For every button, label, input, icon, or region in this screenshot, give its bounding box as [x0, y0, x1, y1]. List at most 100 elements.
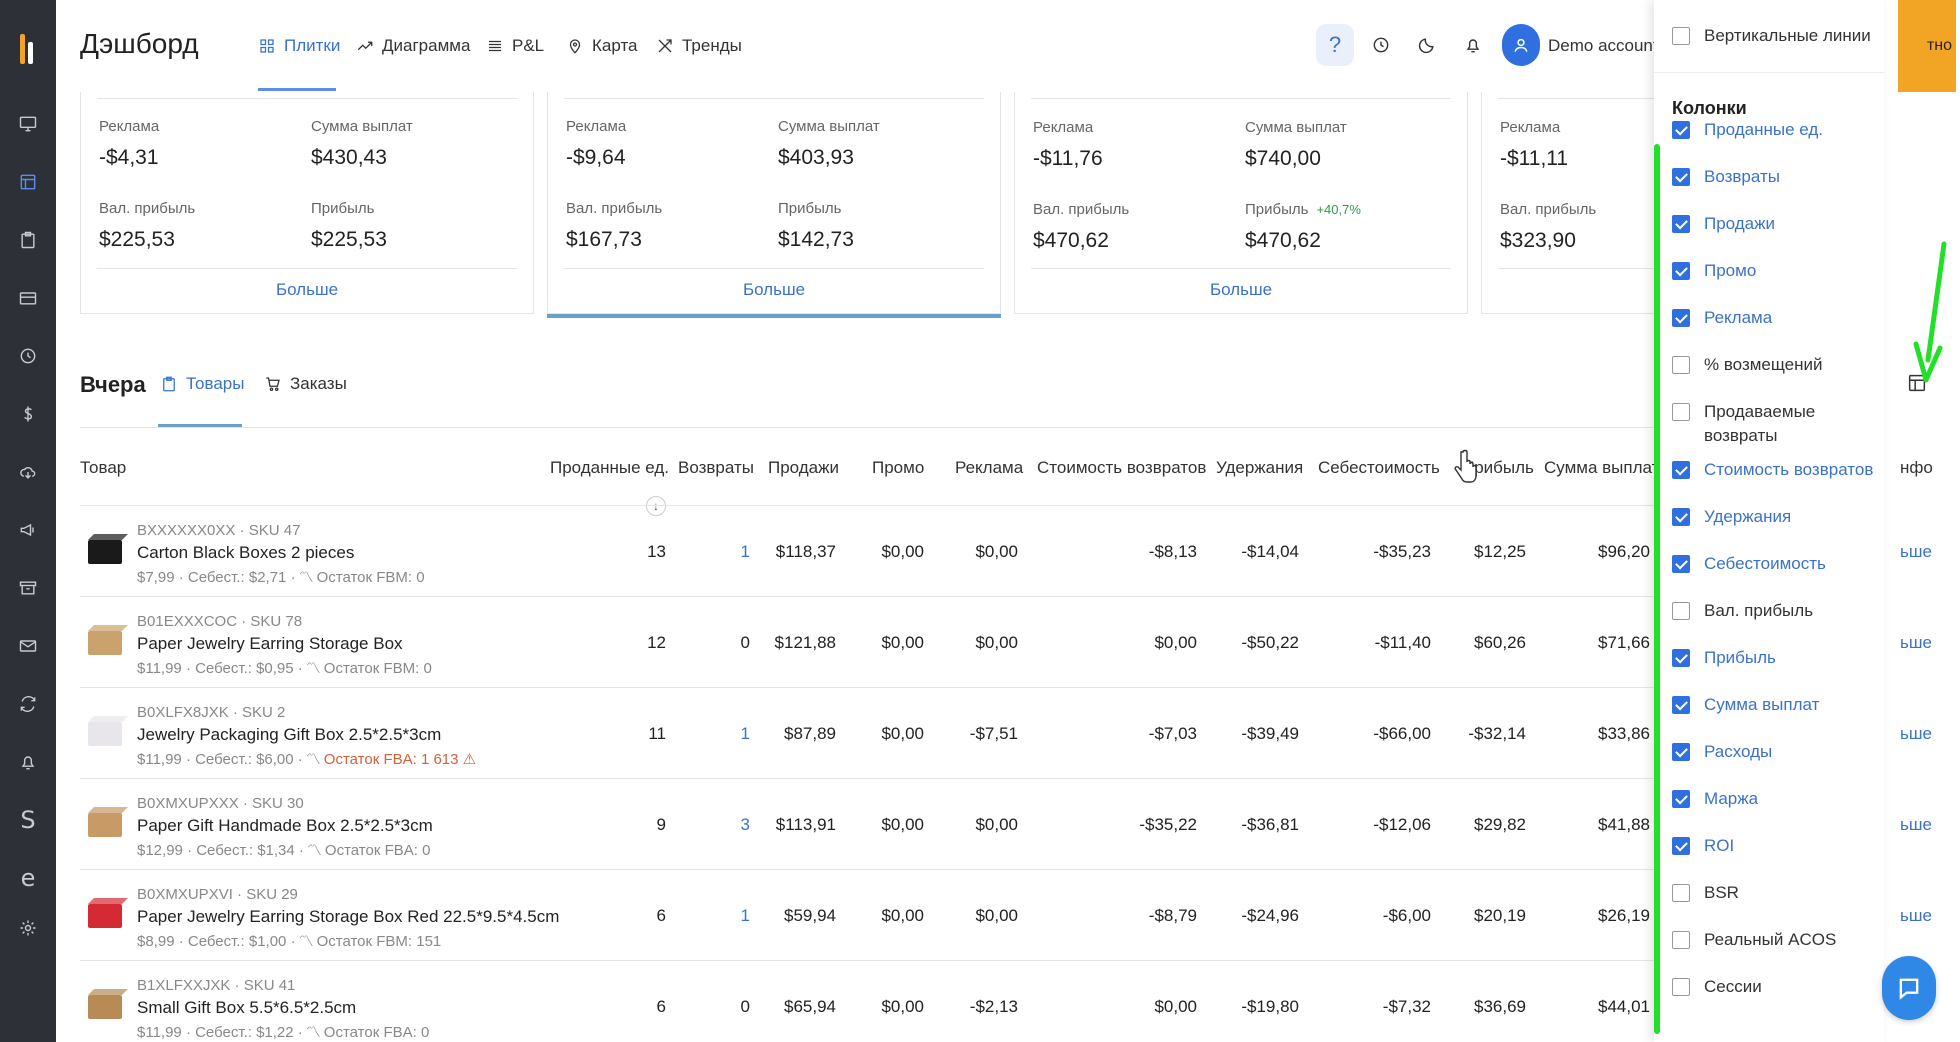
checkbox[interactable]	[1672, 931, 1690, 949]
checkbox[interactable]	[1672, 837, 1690, 855]
column-option[interactable]: Удержания	[1672, 505, 1877, 529]
more-link[interactable]: Больше	[81, 280, 533, 300]
bell-icon[interactable]	[16, 750, 40, 774]
stock-trend-icon[interactable]: 〽	[299, 566, 314, 587]
checkbox[interactable]	[1672, 403, 1690, 421]
period-card-2[interactable]: Реклама -$9,64 Сумма выплат $403,93 Вал.…	[547, 92, 1001, 318]
table-row[interactable]: B0XMXUPXXX · SKU 30 Paper Gift Handmade B…	[80, 779, 1932, 870]
col-header-sales[interactable]: Продажи	[768, 458, 839, 478]
dollar-icon[interactable]	[16, 402, 40, 426]
column-option[interactable]: Расходы	[1672, 740, 1877, 764]
col-header-info[interactable]: нфо	[1900, 458, 1933, 478]
cell-returns[interactable]: 1	[741, 542, 750, 562]
column-option[interactable]: Себестоимость	[1672, 552, 1877, 576]
product-sku[interactable]: BXXXXXX0XX · SKU 47	[137, 522, 300, 539]
cloud-download-icon[interactable]	[16, 460, 40, 484]
stock-trend-icon[interactable]: 〽	[307, 839, 322, 860]
column-option[interactable]: BSR	[1672, 881, 1877, 905]
checkbox[interactable]	[1672, 461, 1690, 479]
column-option[interactable]: Прибыль	[1672, 646, 1877, 670]
product-sku[interactable]: B0XLFX8JXK · SKU 2	[137, 704, 285, 721]
checkbox[interactable]	[1672, 168, 1690, 186]
stock-trend-icon[interactable]: 〽	[306, 1021, 321, 1042]
product-sku[interactable]: B0XMXUPXVI · SKU 29	[137, 886, 298, 903]
e-letter-icon[interactable]: e	[16, 864, 40, 892]
column-option[interactable]: Сумма выплат	[1672, 693, 1877, 717]
column-option[interactable]: Реклама	[1672, 306, 1877, 330]
column-option[interactable]: Стоимость возвратов	[1672, 458, 1877, 482]
refresh-icon[interactable]	[16, 692, 40, 716]
app-logo[interactable]	[14, 34, 42, 64]
product-sku[interactable]: B1XLFXXJXK · SKU 41	[137, 977, 295, 994]
table-row[interactable]: B0XMXUPXVI · SKU 29 Paper Jewelry Earring…	[80, 870, 1932, 961]
archive-icon[interactable]	[16, 576, 40, 600]
vertical-lines-toggle[interactable]: Вертикальные линии	[1672, 24, 1877, 48]
stock-trend-icon[interactable]: 〽	[306, 657, 321, 678]
column-option[interactable]: Сессии	[1672, 975, 1877, 999]
product-thumbnail[interactable]	[82, 801, 128, 847]
col-header-promo[interactable]: Промо	[872, 458, 924, 478]
cell-returns[interactable]: 1	[741, 906, 750, 926]
product-name[interactable]: Paper Jewelry Earring Storage Box	[137, 634, 403, 654]
col-header-returns[interactable]: Возвраты	[678, 458, 754, 478]
col-header-ads[interactable]: Реклама	[955, 458, 1023, 478]
table-row[interactable]: B01EXXXCOC · SKU 78 Paper Jewelry Earring…	[80, 597, 1932, 688]
col-header-units[interactable]: Проданные ед.	[550, 458, 669, 478]
stock-trend-icon[interactable]: 〽	[306, 748, 321, 769]
column-option[interactable]: Продаваемые возвраты	[1672, 400, 1877, 448]
checkbox[interactable]	[1672, 649, 1690, 667]
checkbox[interactable]	[1672, 215, 1690, 233]
column-option[interactable]: Продажи	[1672, 212, 1877, 236]
checkbox[interactable]	[1672, 356, 1690, 374]
checkbox[interactable]	[1672, 790, 1690, 808]
product-thumbnail[interactable]	[82, 619, 128, 665]
nav-tab-chart[interactable]: Диаграмма	[356, 34, 470, 58]
checkbox[interactable]	[1672, 602, 1690, 620]
product-thumbnail[interactable]	[82, 983, 128, 1029]
row-more-link[interactable]: ьше	[1900, 906, 1932, 926]
col-header-cogs[interactable]: Себестоимость	[1318, 458, 1440, 478]
product-name[interactable]: Paper Jewelry Earring Storage Box Red 22…	[137, 907, 559, 927]
row-more-link[interactable]: ьше	[1900, 724, 1932, 744]
column-option[interactable]: Проданные ед.	[1672, 118, 1877, 142]
clipboard-icon[interactable]	[16, 228, 40, 252]
column-option[interactable]: Вал. прибыль	[1672, 599, 1877, 623]
column-option[interactable]: ROI	[1672, 834, 1877, 858]
row-more-link[interactable]: ьше	[1900, 815, 1932, 835]
tab-products[interactable]: Товары	[160, 374, 244, 394]
table-row[interactable]: BXXXXXX0XX · SKU 47 Carton Black Boxes 2 …	[80, 506, 1932, 597]
product-name[interactable]: Small Gift Box 5.5*6.5*2.5cm	[137, 998, 356, 1018]
nav-tab-map[interactable]: Карта	[566, 34, 638, 58]
column-option[interactable]: Реальный ACOS	[1672, 928, 1877, 952]
mail-icon[interactable]	[16, 634, 40, 658]
product-name[interactable]: Carton Black Boxes 2 pieces	[137, 543, 354, 563]
help-button[interactable]: ?	[1316, 24, 1354, 66]
clock-icon[interactable]	[16, 344, 40, 368]
more-link[interactable]: Больше	[1015, 280, 1467, 300]
notifications-bell-icon[interactable]	[1458, 30, 1488, 60]
settings-gear-icon[interactable]	[16, 916, 40, 940]
stock-trend-icon[interactable]: 〽	[299, 930, 314, 951]
product-name[interactable]: Jewelry Packaging Gift Box 2.5*2.5*3cm	[137, 725, 441, 745]
tab-orders[interactable]: Заказы	[264, 374, 347, 394]
col-header-payout[interactable]: Сумма выплат	[1544, 458, 1659, 478]
checkbox[interactable]	[1672, 309, 1690, 327]
checkbox[interactable]	[1672, 978, 1690, 996]
checkbox[interactable]	[1672, 27, 1690, 45]
dark-mode-moon-icon[interactable]	[1412, 30, 1442, 60]
nav-tab-tiles[interactable]: Плитки	[258, 34, 340, 58]
checkbox[interactable]	[1672, 508, 1690, 526]
account-name[interactable]: Demo account	[1548, 36, 1658, 56]
col-header-return-cost[interactable]: Стоимость возвратов	[1037, 458, 1206, 478]
checkbox[interactable]	[1672, 884, 1690, 902]
card-icon[interactable]	[16, 286, 40, 310]
megaphone-icon[interactable]	[16, 518, 40, 542]
column-option[interactable]: % возмещений	[1672, 353, 1877, 377]
product-thumbnail[interactable]	[82, 892, 128, 938]
checkbox[interactable]	[1672, 555, 1690, 573]
more-link[interactable]: Больше	[548, 280, 1000, 300]
user-avatar[interactable]	[1502, 24, 1540, 66]
s-letter-icon[interactable]: S	[16, 806, 40, 834]
product-sku[interactable]: B0XMXUPXXX · SKU 30	[137, 795, 304, 812]
nav-tab-pnl[interactable]: P&L	[486, 34, 544, 58]
